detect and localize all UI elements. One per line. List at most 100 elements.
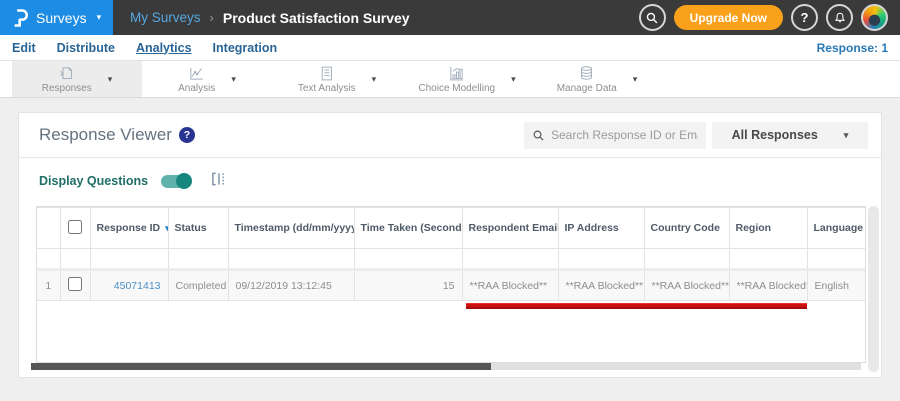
display-questions-toggle[interactable]	[161, 173, 193, 189]
topbar: Surveys ▾ My Surveys › Product Satisfact…	[0, 0, 900, 35]
display-controls: Display Questions	[19, 158, 881, 206]
cell-ip-address: **RAA Blocked**	[557, 268, 645, 301]
nav-tab-edit[interactable]: Edit	[12, 41, 36, 55]
cell-timestamp: 09/12/2019 13:12:45	[227, 268, 355, 301]
chevron-down-icon[interactable]: ▾	[511, 74, 516, 85]
manage-data-icon	[581, 65, 593, 80]
tool-label: Choice Modelling	[418, 82, 496, 94]
table-row: 1 45071413 Completed 09/12/2019 13:12:45…	[37, 268, 865, 301]
select-all-checkbox[interactable]	[68, 219, 82, 234]
cell-region: **RAA Blocked**	[728, 268, 808, 301]
search-icon	[533, 130, 544, 140]
response-viewer-card: Response Viewer ? All Responses ▾ Displa…	[18, 112, 882, 378]
filter-cell[interactable]	[806, 248, 865, 270]
tool-label: Responses	[41, 82, 92, 94]
response-id-link[interactable]: 45071413	[114, 280, 161, 292]
filter-row	[37, 248, 865, 270]
analytics-toolbar: Responses ▾ Analysis ▾ Text Analysis ▾ C…	[0, 61, 900, 98]
section-title: Response Viewer	[39, 125, 172, 144]
freeze-columns-icon[interactable]	[211, 171, 226, 192]
col-country-code[interactable]: Country Code	[643, 207, 730, 249]
breadcrumb-separator: ›	[209, 10, 214, 25]
col-select-all	[59, 207, 91, 249]
filter-cell[interactable]	[643, 248, 730, 270]
cell-language: English	[806, 268, 865, 301]
row-number: 1	[37, 268, 61, 301]
display-questions-label: Display Questions	[39, 174, 149, 188]
nav-tab-analytics[interactable]: Analytics	[136, 41, 192, 55]
col-region[interactable]: Region	[728, 207, 808, 249]
chevron-down-icon[interactable]: ▾	[108, 74, 113, 85]
responses-filter-dropdown[interactable]: All Responses ▾	[712, 121, 868, 149]
surveys-menu-label: Surveys	[36, 9, 87, 26]
page-content: Response Viewer ? All Responses ▾ Displa…	[0, 98, 900, 378]
cell-time-taken: 15	[353, 268, 463, 301]
section-help-icon[interactable]: ?	[178, 127, 195, 143]
page-title: Product Satisfaction Survey	[222, 9, 410, 26]
horizontal-scrollbar-track[interactable]	[31, 363, 861, 370]
filter-cell[interactable]	[167, 248, 229, 270]
nav-tab-distribute[interactable]: Distribute	[57, 41, 115, 55]
responses-table: Response ID▾ Status Timestamp (dd/mm/yyy…	[36, 206, 866, 363]
filter-cell[interactable]	[728, 248, 808, 270]
notifications-bell-icon[interactable]	[826, 4, 853, 31]
vertical-scrollbar[interactable]	[868, 206, 879, 372]
col-respondent-email[interactable]: Respondent Email	[461, 207, 559, 249]
questionpro-logo-icon	[14, 8, 28, 27]
tool-text-analysis[interactable]: Text Analysis ▾	[272, 61, 402, 97]
survey-nav: Edit Distribute Analytics Integration Re…	[0, 35, 900, 61]
col-language[interactable]: Language	[806, 207, 865, 249]
row-select	[59, 268, 91, 301]
col-ip-address[interactable]: IP Address	[557, 207, 645, 249]
red-underline-annotation	[466, 303, 807, 309]
col-row-number	[37, 207, 61, 249]
card-header: Response Viewer ? All Responses ▾	[19, 113, 881, 158]
text-analysis-icon	[321, 66, 333, 80]
response-searchbox[interactable]	[524, 121, 706, 149]
help-icon[interactable]: ?	[791, 4, 818, 31]
search-icon[interactable]	[638, 4, 666, 31]
col-response-id[interactable]: Response ID▾	[89, 207, 169, 249]
response-count: Response: 1	[816, 40, 888, 55]
tool-label: Analysis	[178, 82, 216, 94]
surveys-menu[interactable]: Surveys ▾	[0, 0, 113, 35]
tool-responses[interactable]: Responses ▾	[12, 61, 142, 97]
search-input[interactable]	[551, 128, 698, 142]
cell-status: Completed	[167, 268, 229, 301]
responses-filter-value: All Responses	[731, 128, 818, 142]
choice-modelling-icon	[450, 66, 464, 80]
cell-respondent-email: **RAA Blocked**	[461, 268, 559, 301]
tool-analysis[interactable]: Analysis ▾	[142, 61, 272, 97]
col-time-taken[interactable]: Time Taken (Seconds) ⇅	[353, 207, 463, 249]
cell-country-code: **RAA Blocked**	[643, 268, 730, 301]
filter-cell[interactable]	[227, 248, 355, 270]
chevron-down-icon: ▾	[843, 129, 849, 140]
horizontal-scrollbar-thumb[interactable]	[31, 363, 491, 370]
responses-icon	[60, 66, 73, 79]
cell-response-id: 45071413	[89, 268, 169, 301]
chevron-down-icon[interactable]: ▾	[633, 74, 638, 85]
table-header-row: Response ID▾ Status Timestamp (dd/mm/yyy…	[37, 207, 865, 249]
breadcrumb-my-surveys[interactable]: My Surveys	[130, 10, 201, 25]
filter-cell[interactable]	[461, 248, 559, 270]
tool-manage-data[interactable]: Manage Data ▾	[532, 61, 662, 97]
row-checkbox[interactable]	[68, 277, 82, 291]
tool-choice-modelling[interactable]: Choice Modelling ▾	[402, 61, 532, 97]
filter-cell[interactable]	[353, 248, 463, 270]
tool-label: Manage Data	[556, 82, 617, 94]
upgrade-button[interactable]: Upgrade Now	[673, 5, 783, 30]
toggle-knob	[176, 173, 193, 189]
filter-cell[interactable]	[89, 248, 169, 270]
nav-tab-integration[interactable]: Integration	[213, 41, 278, 55]
col-timestamp[interactable]: Timestamp (dd/mm/yyyy) ⇅	[227, 207, 355, 249]
analysis-icon	[190, 67, 204, 80]
filter-cell[interactable]	[557, 248, 645, 270]
chevron-down-icon[interactable]: ▾	[231, 74, 236, 85]
header-controls: All Responses ▾	[524, 121, 868, 149]
chevron-down-icon[interactable]: ▾	[372, 74, 377, 85]
col-status[interactable]: Status	[167, 207, 229, 249]
avatar[interactable]	[861, 4, 888, 31]
topbar-actions: Upgrade Now ?	[638, 0, 900, 35]
filter-cell[interactable]	[59, 248, 91, 270]
chevron-down-icon: ▾	[96, 12, 102, 22]
